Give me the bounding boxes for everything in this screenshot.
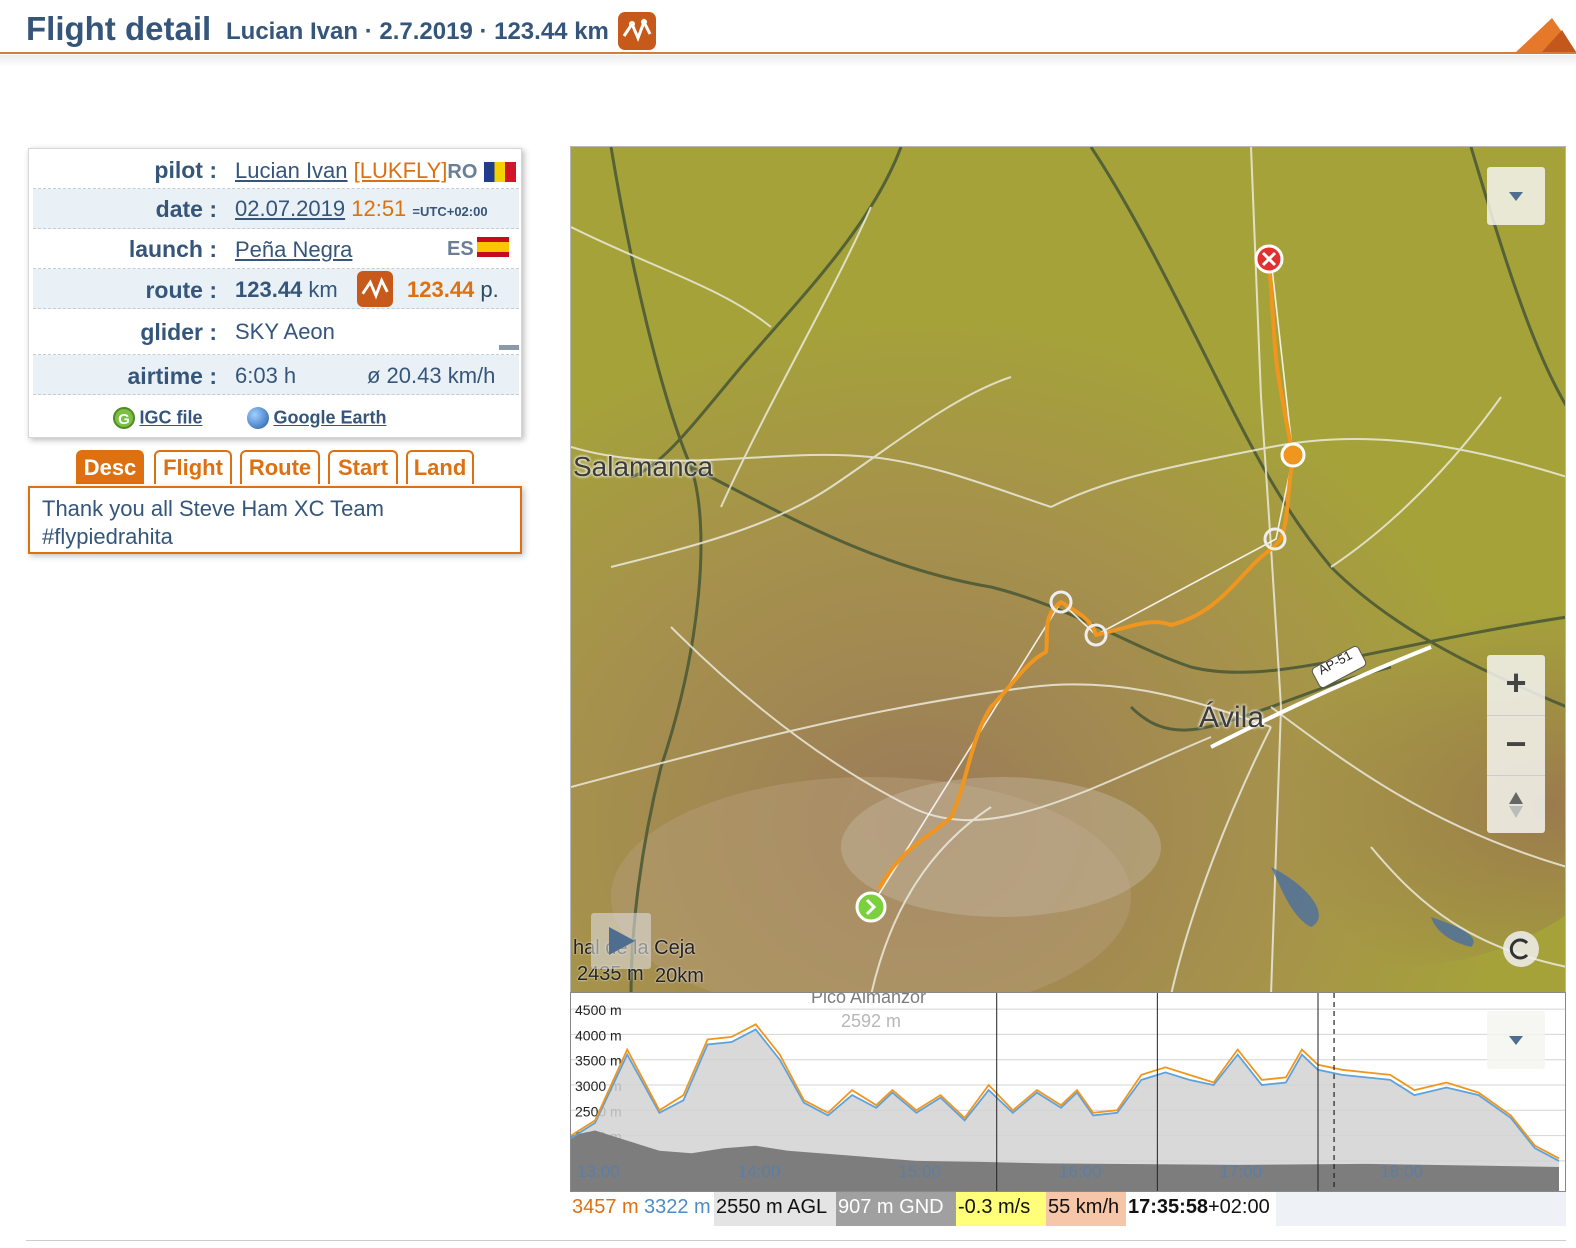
launch-label: launch : [128,236,217,262]
track-status-bar: 3457 m 3322 m 2550 m AGL 907 m GND -0.3 … [570,1192,1566,1226]
map-scale: 20km [655,965,704,987]
gps-altitude: 3457 m [572,1196,639,1218]
globe-icon [247,407,269,429]
airtime-label: airtime : [127,363,217,389]
map-canvas[interactable] [571,147,1566,994]
average-speed: ø 20.43 km/h [367,363,496,388]
chart-peak-label: Pico Almanzor [811,993,926,1007]
tab-land[interactable]: Land [406,450,474,484]
zoom-controls: + − [1487,655,1545,833]
igc-icon: G [113,407,135,429]
tilt-control[interactable] [1487,775,1545,833]
altitude-chart-canvas[interactable]: 4500 m4000 m3500 m3000 m2500 m2000 m1500… [571,993,1566,1192]
ground-altitude: 907 m GND [836,1192,956,1226]
glider-label: glider : [140,319,217,345]
track-timezone: +02:00 [1208,1196,1270,1218]
info-row-launch: launch : Peña Negra ES [33,229,519,269]
route-type-icon[interactable] [618,12,656,50]
map-layer-dropdown[interactable] [1487,167,1545,225]
chart-dropdown[interactable] [1487,1011,1545,1069]
glider-class-icon [499,345,519,350]
date-link[interactable]: 02.07.2019 [235,196,345,221]
tab-start[interactable]: Start [328,450,398,484]
spain-flag-icon [477,237,509,257]
track-time: 17:35:58 [1128,1196,1209,1218]
tab-route[interactable]: Route [240,450,320,484]
pilot-label: pilot : [154,157,217,183]
altitude-chart[interactable]: 4500 m4000 m3500 m3000 m2500 m2000 m1500… [570,992,1566,1192]
chart-x-tick: 13:00 [577,1162,620,1181]
chart-y-tick: 4000 m [575,1027,622,1043]
chart-x-tick: 17:00 [1220,1162,1263,1181]
launch-country-code: ES [447,238,474,260]
agl-altitude: 2550 m AGL [714,1192,836,1226]
route-points-unit: p. [480,277,499,302]
romania-flag-icon [483,162,516,183]
info-row-pilot: pilot : Lucian Ivan [LUKFLY]RO [33,151,519,189]
time-value: 12:51 [351,196,407,221]
vario-value: -0.3 m/s [956,1192,1046,1226]
glider-name: SKY Aeon [235,319,335,344]
igc-file-link[interactable]: G IGC file [113,407,202,429]
chart-x-tick: 18:00 [1380,1162,1423,1181]
launch-site-link[interactable]: Peña Negra [235,237,352,262]
tab-flight[interactable]: Flight [154,450,232,484]
chart-x-tick: 15:00 [898,1162,941,1181]
reset-view-icon[interactable] [1503,931,1539,967]
map-label-avila: Ávila [1199,701,1265,734]
map-label-salamanca: Salamanca [573,451,714,482]
info-row-route: route : 123.44 km 123.44 p. [33,269,519,309]
timezone-value: =UTC+02:00 [412,204,488,219]
info-row-airtime: airtime : 6:03 h ø 20.43 km/h [33,355,519,395]
date-label: date : [155,196,217,222]
zoom-in-button[interactable]: + [1487,655,1545,713]
page-subtitle: Lucian Ivan · 2.7.2019 · 123.44 km [226,18,609,45]
route-type-small-icon [357,271,393,307]
chart-x-tick: 16:00 [1059,1162,1102,1181]
flight-info-panel: pilot : Lucian Ivan [LUKFLY]RO date : 02… [28,148,522,438]
description-box: Thank you all Steve Ham XC Team #flypied… [28,486,522,554]
header-rule [0,52,1576,54]
route-points: 123.44 [407,277,475,302]
airtime-duration: 6:03 h [235,363,297,388]
tab-desc[interactable]: Desc [76,450,144,484]
zoom-out-button[interactable]: − [1487,715,1545,773]
info-row-glider: glider : SKY Aeon [33,309,519,355]
pilot-name-link[interactable]: Lucian Ivan [235,158,348,183]
route-distance-unit: km [308,277,338,302]
chart-y-tick: 3500 m [575,1053,622,1069]
pilot-nick-link[interactable]: [LUKFLY] [354,158,448,183]
route-label: route : [145,277,217,303]
speed-value: 55 km/h [1046,1192,1126,1226]
page-header: Flight detail Lucian Ivan · 2.7.2019 · 1… [0,0,1576,67]
google-earth-link[interactable]: Google Earth [247,407,386,429]
chart-y-tick: 4500 m [575,1002,622,1018]
route-distance: 123.44 [235,277,303,302]
info-row-date: date : 02.07.2019 12:51 =UTC+02:00 [33,189,519,229]
launch-marker-icon [855,891,887,923]
page-title: Flight detail [26,10,212,47]
site-logo-icon[interactable] [1512,14,1576,54]
chart-peak-altitude: 2592 m [841,1011,901,1031]
play-button[interactable] [591,913,651,969]
flight-map[interactable]: Salamanca Ávila AP-51 hal de la Ceja 243… [570,146,1566,994]
baro-altitude: 3322 m [644,1196,711,1218]
pilot-country-code: RO [447,161,478,183]
chart-x-tick: 14:00 [738,1162,781,1181]
